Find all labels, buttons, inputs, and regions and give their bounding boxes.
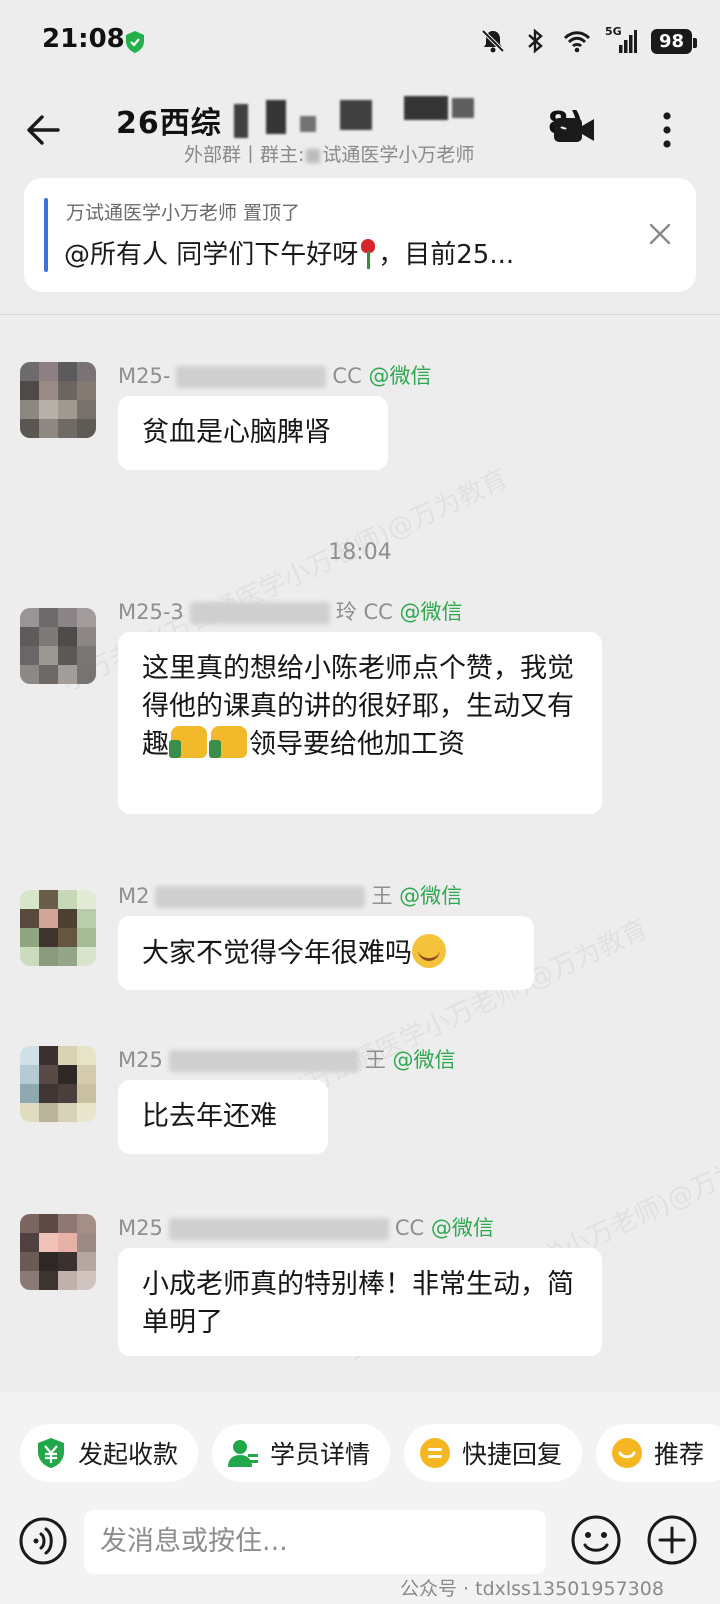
sender-prefix: M25 <box>118 1048 163 1072</box>
crying-face-icon <box>412 934 446 968</box>
sender-suffix: 王 <box>364 1048 386 1072</box>
quick-action-label: 发起收款 <box>78 1440 179 1469</box>
message-timestamp: 18:04 <box>328 540 392 565</box>
sender-name: M2 王 @微信 <box>118 880 462 910</box>
sender-suffix: CC <box>394 1216 425 1240</box>
student-icon <box>228 1440 258 1467</box>
chat-header: 26西综8) 外部群丨群主:试通医学小万老师 <box>0 80 720 180</box>
redaction-block <box>340 100 372 130</box>
sender-source: @微信 <box>399 884 463 908</box>
quick-action-label: 学员详情 <box>270 1440 371 1469</box>
bluetooth-icon <box>528 28 543 54</box>
name-redaction <box>176 366 327 388</box>
chat-subtitle-owner: 试通医学小万老师 <box>322 144 475 166</box>
recommend-button[interactable]: 推荐 <box>596 1424 720 1482</box>
thumbs-up-icon <box>209 726 247 758</box>
sender-name: M25 CC @微信 <box>118 1212 494 1242</box>
redaction-block <box>234 104 248 138</box>
start-payment-button[interactable]: 发起收款 <box>20 1424 199 1482</box>
name-redaction <box>168 1218 389 1240</box>
sender-source: @微信 <box>399 600 463 624</box>
video-call-icon[interactable] <box>552 114 596 146</box>
pinned-text-end: ，目前25... <box>378 240 515 270</box>
sender-prefix: M25 <box>118 1216 163 1240</box>
input-bar: 公众号 · tdxlss13501957308 <box>0 1492 720 1604</box>
sender-prefix: M2 <box>118 884 150 908</box>
sender-source: @微信 <box>392 1048 456 1072</box>
status-bar: 21:08 5G 98 <box>0 0 720 80</box>
close-icon[interactable] <box>646 220 674 248</box>
footer-watermark: 公众号 · tdxlss13501957308 <box>400 1578 664 1600</box>
message-bubble[interactable]: 小成老师真的特别棒！非常生动，简单明了 <box>118 1248 602 1356</box>
recommend-icon <box>612 1438 642 1468</box>
more-options-icon[interactable] <box>652 106 682 154</box>
quick-action-bar: 发起收款 学员详情 快捷回复 推荐 <box>0 1392 720 1492</box>
message-text: 领导要给他加工资 <box>249 729 465 760</box>
quick-action-label: 快捷回复 <box>462 1440 563 1469</box>
sender-suffix: 玲 CC <box>335 600 393 624</box>
avatar[interactable] <box>20 362 96 438</box>
chat-title-prefix: 26西综 <box>116 106 222 141</box>
message-bubble[interactable]: 比去年还难 <box>118 1080 328 1154</box>
sender-prefix: M25-3 <box>118 600 184 624</box>
sender-source: @微信 <box>430 1216 494 1240</box>
sender-name: M25 王 @微信 <box>118 1044 456 1074</box>
sender-prefix: M25- <box>118 364 171 388</box>
redaction-block <box>266 100 286 134</box>
redaction-block <box>452 98 474 118</box>
redaction-block <box>300 116 316 132</box>
message-bubble[interactable]: 大家不觉得今年很难吗 <box>118 916 534 990</box>
message-text: 大家不觉得今年很难吗 <box>142 938 412 969</box>
back-arrow-icon[interactable] <box>20 106 68 154</box>
payment-icon <box>38 1438 64 1468</box>
header-divider <box>0 314 720 315</box>
status-time: 21:08 <box>42 24 125 54</box>
avatar[interactable] <box>20 890 96 966</box>
redaction-block <box>404 96 448 120</box>
cellular-signal-icon: 5G <box>605 25 637 55</box>
name-redaction <box>155 886 366 908</box>
mute-bell-icon <box>481 29 505 53</box>
pinned-text: @所有人 同学们下午好呀 ，目前25... <box>64 234 624 271</box>
message-bubble[interactable]: 贫血是心脑脾肾 <box>118 396 388 470</box>
avatar[interactable] <box>20 1214 96 1290</box>
sender-name: M25-3 玲 CC @微信 <box>118 596 462 626</box>
name-redaction <box>168 1050 359 1072</box>
sender-name: M25- CC @微信 <box>118 360 431 390</box>
add-icon[interactable] <box>646 1514 698 1566</box>
thumbs-up-icon <box>169 726 207 758</box>
sender-source: @微信 <box>368 364 432 388</box>
subtitle-redaction <box>306 148 321 163</box>
pinned-message-card[interactable]: 万试通医学小万老师 置顶了 @所有人 同学们下午好呀 ，目前25... <box>24 178 696 292</box>
pinned-text-start: @所有人 同学们下午好呀 <box>64 240 359 270</box>
message-bubble[interactable]: 这里真的想给小陈老师点个赞，我觉得他的课真的讲的很好耶，生动又有趣 领导要给他加工… <box>118 632 602 814</box>
chat-subtitle: 外部群丨群主: 试通医学小万老师 <box>184 140 474 167</box>
battery-level: 98 <box>650 28 698 54</box>
quick-reply-icon <box>420 1438 450 1468</box>
security-shield-icon <box>126 31 144 53</box>
voice-input-icon[interactable] <box>18 1516 68 1566</box>
pinned-indicator-bar <box>44 198 48 272</box>
avatar[interactable] <box>20 608 96 684</box>
chat-subtitle-group: 外部群丨群主: <box>184 144 305 166</box>
quick-reply-button[interactable]: 快捷回复 <box>404 1424 583 1482</box>
pinned-meta: 万试通医学小万老师 置顶了 <box>66 202 301 224</box>
sender-suffix: 王 <box>371 884 393 908</box>
name-redaction <box>189 602 330 624</box>
message-input[interactable] <box>84 1510 546 1574</box>
sender-suffix: CC <box>332 364 362 388</box>
rose-icon <box>358 239 378 269</box>
avatar[interactable] <box>20 1046 96 1122</box>
wifi-icon <box>563 31 590 53</box>
emoji-icon[interactable] <box>570 1514 622 1566</box>
student-details-button[interactable]: 学员详情 <box>212 1424 391 1482</box>
quick-action-label: 推荐 <box>654 1440 705 1469</box>
